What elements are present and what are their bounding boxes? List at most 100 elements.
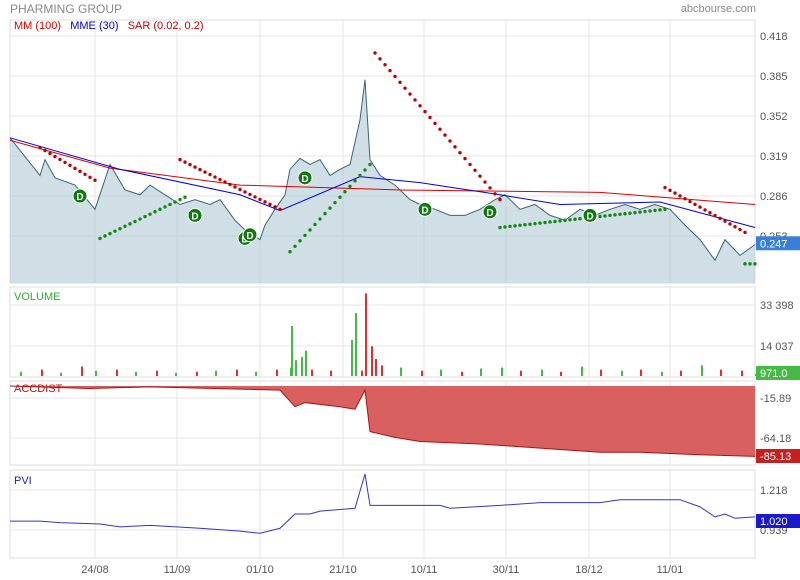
volume-bar xyxy=(741,370,743,376)
sar-dot xyxy=(533,221,537,226)
volume-bar xyxy=(301,356,303,376)
panel-frame xyxy=(9,286,756,378)
sar-dot xyxy=(523,223,527,227)
sar-dot xyxy=(698,205,702,209)
y-tick-label: 0.418 xyxy=(760,31,788,43)
sar-dot xyxy=(253,195,257,199)
x-tick-label: 11/01 xyxy=(657,564,684,576)
sar-dot xyxy=(548,220,552,224)
sar-dot xyxy=(118,227,122,231)
sar-dot xyxy=(453,145,457,149)
sar-dot xyxy=(613,213,617,217)
volume-bar xyxy=(541,369,543,376)
sar-dot xyxy=(138,217,142,221)
sar-dot xyxy=(288,250,292,254)
sar-dot xyxy=(193,165,197,169)
sar-dot xyxy=(168,202,172,207)
sar-dot xyxy=(508,224,512,229)
sar-dot xyxy=(183,195,187,199)
x-tick-label: 10/11 xyxy=(411,564,438,576)
sar-dot xyxy=(703,208,707,212)
sar-dot xyxy=(543,220,547,225)
sar-dot xyxy=(413,98,417,102)
sar-dot xyxy=(208,172,212,177)
dividend-label: D xyxy=(246,231,253,242)
dividend-label: D xyxy=(586,211,593,222)
volume-bar xyxy=(135,371,137,376)
sar-dot xyxy=(578,216,582,221)
sar-dot xyxy=(263,200,267,204)
pvi-last-value: 1.020 xyxy=(760,516,788,528)
sar-dot xyxy=(383,63,387,67)
dividend-label: D xyxy=(76,192,83,203)
sar-dot xyxy=(83,172,87,176)
sar-dot xyxy=(493,192,497,196)
sar-dot xyxy=(693,202,697,207)
sar-dot xyxy=(398,80,402,85)
y-tick-label: -64.18 xyxy=(760,433,791,445)
sar-dot xyxy=(643,209,647,214)
sar-dot xyxy=(373,51,377,55)
legend-mme: MME (30) xyxy=(70,20,119,32)
volume-bar xyxy=(461,371,463,376)
sar-dot xyxy=(743,230,747,235)
sar-dot xyxy=(148,212,152,216)
volume-bar xyxy=(81,366,83,376)
y-tick-label: 0.385 xyxy=(760,71,788,83)
sar-dot xyxy=(113,229,117,233)
sar-dot xyxy=(178,197,182,202)
sar-dot xyxy=(238,187,242,192)
sar-dot xyxy=(738,227,742,232)
sar-dot xyxy=(68,163,72,168)
sar-dot xyxy=(388,68,392,73)
sar-dot xyxy=(308,228,312,232)
sar-dot xyxy=(418,104,422,108)
legend: MM (100) MME (30) SAR (0.02, 0.2) xyxy=(14,20,204,32)
volume-bar xyxy=(375,359,377,376)
sar-dot xyxy=(188,162,192,167)
sar-dot xyxy=(553,219,557,224)
volume-bar xyxy=(295,360,297,376)
x-tick-label: 21/10 xyxy=(329,564,357,576)
sar-dot xyxy=(93,178,97,182)
sar-dot xyxy=(483,180,487,184)
sar-dot xyxy=(648,209,652,213)
sar-dot xyxy=(303,233,307,238)
volume-bar xyxy=(276,369,278,376)
sar-dot xyxy=(268,202,272,207)
y-tick-label: 0.286 xyxy=(760,191,788,203)
volume-bar xyxy=(720,369,722,376)
volume-bar xyxy=(371,346,373,376)
sar-dot xyxy=(408,92,412,96)
volume-bar xyxy=(236,369,238,376)
sar-dot xyxy=(753,262,757,266)
y-tick-label: 0.352 xyxy=(760,111,788,123)
price-area xyxy=(10,79,755,284)
sar-dot xyxy=(178,157,182,162)
y-tick-label: 33 398 xyxy=(760,300,794,312)
sar-dot xyxy=(73,166,77,171)
volume-bar xyxy=(621,370,623,376)
sar-dot xyxy=(333,200,337,205)
sar-dot xyxy=(78,169,82,174)
sar-dot xyxy=(638,210,642,214)
price-last-value: 0.247 xyxy=(760,238,788,250)
sar-dot xyxy=(478,174,482,178)
sar-dot xyxy=(183,160,187,164)
pvi-title: PVI xyxy=(14,475,32,487)
pvi-line xyxy=(10,473,756,534)
sar-dot xyxy=(473,168,477,173)
sar-dot xyxy=(103,234,107,238)
volume-bar xyxy=(381,365,383,376)
y-tick-label: 0.319 xyxy=(760,151,788,163)
volume-bar xyxy=(330,370,332,376)
sar-dot xyxy=(623,212,627,216)
sar-dot xyxy=(123,224,127,229)
sar-dot xyxy=(153,210,157,214)
sar-dot xyxy=(498,225,502,230)
volume-bar xyxy=(355,313,357,376)
sar-dot xyxy=(598,214,602,219)
x-tick-label: 18/12 xyxy=(575,564,603,576)
sar-dot xyxy=(323,211,327,216)
x-tick-label: 24/08 xyxy=(81,564,109,576)
